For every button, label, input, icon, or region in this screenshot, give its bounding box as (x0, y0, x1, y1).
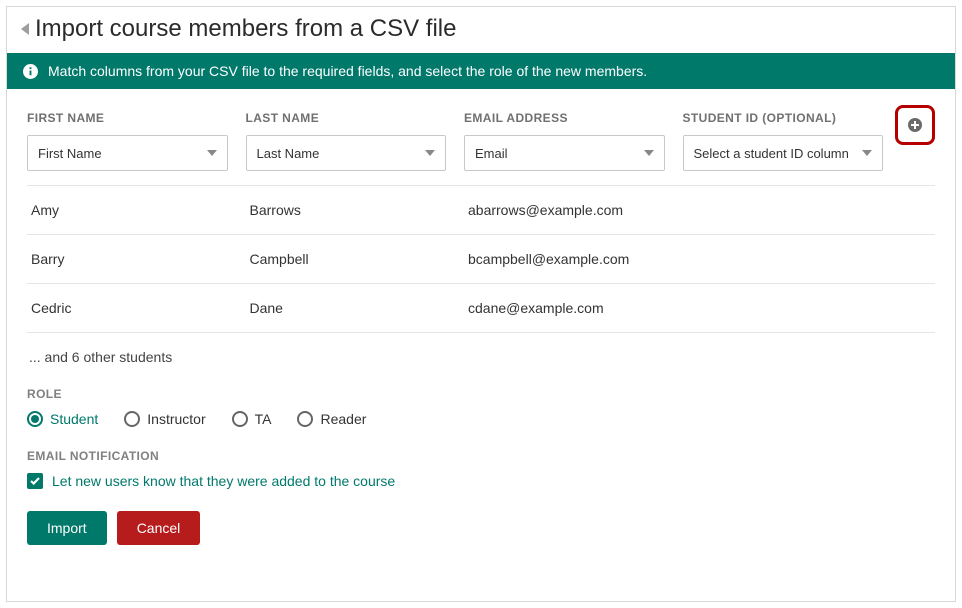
cell-first-name: Barry (27, 235, 246, 283)
cell-last-name: Barrows (246, 186, 465, 234)
role-reader-label: Reader (320, 411, 366, 427)
notification-section-label: EMAIL NOTIFICATION (27, 449, 935, 463)
student-id-label: STUDENT ID (OPTIONAL) (683, 111, 884, 125)
table-row: Amy Barrows abarrows@example.com (27, 186, 935, 235)
preview-table: Amy Barrows abarrows@example.com Barry C… (27, 185, 935, 333)
checkbox-icon (27, 473, 43, 489)
cell-email: cdane@example.com (464, 284, 683, 332)
role-student-radio[interactable]: Student (27, 411, 98, 427)
email-notification-checkbox[interactable]: Let new users know that they were added … (27, 473, 935, 489)
chevron-down-icon (207, 150, 217, 156)
cell-student-id (683, 235, 902, 283)
cell-last-name: Campbell (246, 235, 465, 283)
chevron-down-icon (644, 150, 654, 156)
cell-email: bcampbell@example.com (464, 235, 683, 283)
radio-icon (124, 411, 140, 427)
add-column-button[interactable] (907, 117, 923, 133)
cell-email: abarrows@example.com (464, 186, 683, 234)
column-mapping-row: FIRST NAME First Name LAST NAME Last Nam… (27, 111, 935, 171)
cell-student-id (683, 284, 902, 332)
first-name-select[interactable]: First Name (27, 135, 228, 171)
student-id-select[interactable]: Select a student ID column (683, 135, 884, 171)
email-select-value: Email (475, 146, 508, 161)
back-caret-icon[interactable] (21, 23, 29, 35)
chevron-down-icon (425, 150, 435, 156)
import-members-panel: Import course members from a CSV file Ma… (6, 6, 956, 602)
first-name-label: FIRST NAME (27, 111, 228, 125)
role-section-label: ROLE (27, 387, 935, 401)
import-button[interactable]: Import (27, 511, 107, 545)
radio-icon (297, 411, 313, 427)
cell-first-name: Amy (27, 186, 246, 234)
role-instructor-label: Instructor (147, 411, 205, 427)
last-name-select-value: Last Name (257, 146, 320, 161)
email-select[interactable]: Email (464, 135, 665, 171)
notification-checkbox-label: Let new users know that they were added … (52, 473, 395, 489)
radio-icon (232, 411, 248, 427)
more-students-text: ... and 6 other students (27, 333, 935, 387)
instruction-banner: Match columns from your CSV file to the … (7, 53, 955, 89)
last-name-select[interactable]: Last Name (246, 135, 447, 171)
banner-text: Match columns from your CSV file to the … (48, 63, 647, 79)
role-reader-radio[interactable]: Reader (297, 411, 366, 427)
checkmark-icon (30, 477, 40, 485)
student-id-select-value: Select a student ID column (694, 146, 849, 161)
cell-first-name: Cedric (27, 284, 246, 332)
role-ta-label: TA (255, 411, 272, 427)
radio-icon (27, 411, 43, 427)
page-title: Import course members from a CSV file (35, 15, 456, 43)
role-radio-group: Student Instructor TA Reader (27, 411, 935, 427)
role-student-label: Student (50, 411, 98, 427)
cell-last-name: Dane (246, 284, 465, 332)
action-buttons: Import Cancel (27, 511, 935, 545)
role-ta-radio[interactable]: TA (232, 411, 272, 427)
add-column-highlight (895, 105, 935, 145)
first-name-select-value: First Name (38, 146, 102, 161)
chevron-down-icon (862, 150, 872, 156)
table-row: Cedric Dane cdane@example.com (27, 284, 935, 333)
cell-student-id (683, 186, 902, 234)
info-icon (23, 64, 38, 79)
email-label: EMAIL ADDRESS (464, 111, 665, 125)
panel-header: Import course members from a CSV file (7, 7, 955, 53)
table-row: Barry Campbell bcampbell@example.com (27, 235, 935, 284)
role-instructor-radio[interactable]: Instructor (124, 411, 205, 427)
cancel-button[interactable]: Cancel (117, 511, 201, 545)
last-name-label: LAST NAME (246, 111, 447, 125)
